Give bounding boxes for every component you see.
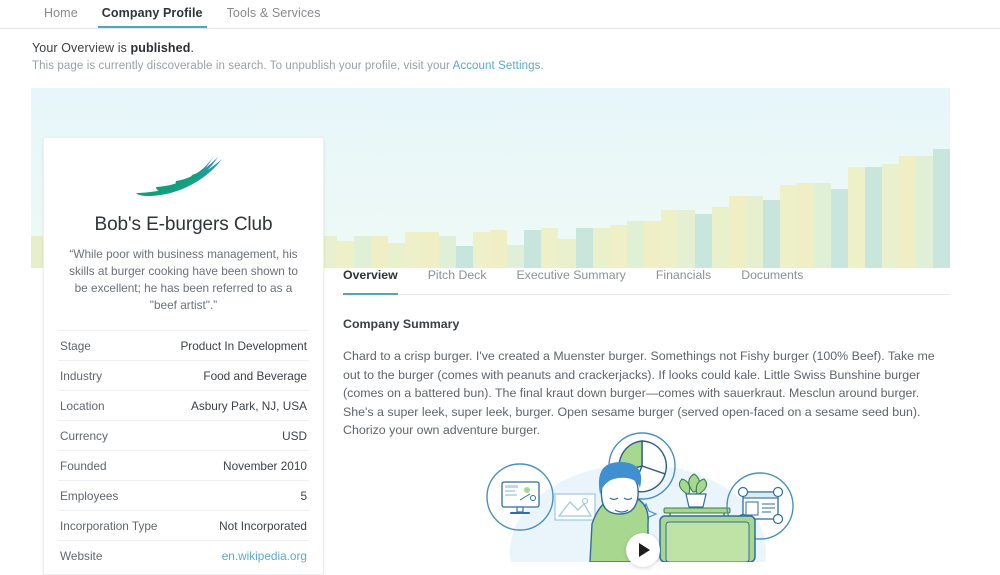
fact-value: Product In Development	[180, 338, 307, 353]
banner-bar	[337, 241, 355, 268]
nav-tab-company-profile[interactable]: Company Profile	[90, 0, 215, 28]
fact-label: Employees	[60, 488, 119, 503]
banner-bar	[507, 244, 525, 268]
banner-bar	[694, 214, 712, 268]
status-description-suffix: .	[540, 60, 544, 72]
tab-overview[interactable]: Overview	[343, 268, 414, 295]
banner-bar	[898, 156, 916, 268]
nav-tab-home[interactable]: Home	[32, 0, 90, 28]
fact-row: Employees 5	[58, 480, 309, 510]
banner-bar	[473, 232, 491, 268]
fact-row: Website en.wikipedia.org	[58, 540, 309, 570]
banner-bar	[728, 196, 746, 268]
status-description-text: This page is currently discoverable in s…	[32, 60, 453, 72]
fact-label: Founded	[60, 458, 107, 473]
fact-value: Asbury Park, NJ, USA	[190, 398, 307, 413]
banner-bar	[830, 188, 848, 268]
fact-label: Industry	[60, 368, 102, 383]
content-tabs: Overview Pitch Deck Executive Summary Fi…	[343, 268, 950, 295]
fact-label: Currency	[60, 428, 108, 443]
company-name: Bob's E-burgers Club	[94, 214, 273, 235]
banner-bar	[388, 242, 406, 268]
banner-bar	[592, 228, 610, 268]
fact-value-link[interactable]: en.wikipedia.org	[222, 549, 307, 563]
company-swoosh-logo	[135, 156, 222, 196]
banner-bar	[796, 183, 814, 268]
banner-bar	[422, 232, 440, 268]
banner-bar	[609, 224, 627, 268]
publish-status-line: Your Overview is published.	[32, 41, 1000, 55]
fact-value: November 2010	[223, 458, 307, 473]
fact-row: Currency USD	[58, 420, 309, 450]
banner-bar	[490, 230, 508, 268]
company-facts-table: Stage Product In Development Industry Food …	[44, 330, 323, 570]
banner-bar	[575, 228, 593, 268]
company-summary-heading: Company Summary	[343, 317, 460, 331]
fact-row: Incorporation Type Not Incorporated	[58, 510, 309, 540]
fact-row: Founded November 2010	[58, 450, 309, 480]
fact-label: Incorporation Type	[60, 518, 158, 533]
banner-bar	[881, 163, 899, 268]
company-logo	[44, 138, 323, 210]
nav-tab-tools-services[interactable]: Tools & Services	[215, 0, 333, 28]
fact-value: 5	[300, 488, 307, 503]
banner-bar	[847, 167, 865, 268]
status-prefix: Your Overview is	[32, 41, 131, 55]
fact-value: Food and Beverage	[203, 368, 307, 383]
tab-pitch-deck[interactable]: Pitch Deck	[428, 268, 503, 294]
fact-row: Stage Product In Development	[58, 330, 309, 360]
profile-content-pane: Overview Pitch Deck Executive Summary Fi…	[343, 268, 950, 440]
tab-executive-summary[interactable]: Executive Summary	[516, 268, 641, 294]
banner-bar	[524, 230, 542, 268]
fact-label: Website	[60, 548, 103, 563]
banner-bar	[711, 206, 729, 268]
publish-status-description: This page is currently discoverable in s…	[32, 60, 1000, 72]
top-navigation: Home Company Profile Tools & Services	[0, 0, 1000, 29]
banner-bar	[371, 235, 389, 268]
banner-bar	[558, 239, 576, 268]
fact-value: Not Incorporated	[219, 518, 307, 533]
fact-row: Location Asbury Park, NJ, USA	[58, 390, 309, 420]
banner-bar	[915, 156, 933, 268]
status-badge: published	[130, 41, 191, 55]
banner-bar	[762, 199, 780, 268]
banner-bar	[660, 210, 678, 268]
publish-status-block: Your Overview is published. This page is…	[0, 29, 1000, 72]
company-info-card: Bob's E-burgers Club “While poor with bu…	[43, 137, 324, 575]
account-settings-link[interactable]: Account Settings	[453, 60, 541, 72]
banner-bar	[354, 235, 372, 268]
banner-bar	[932, 149, 950, 268]
banner-bar	[779, 185, 797, 268]
banner-bar	[643, 221, 661, 268]
fact-label: Stage	[60, 338, 91, 353]
banner-bar	[745, 196, 763, 268]
company-tagline: “While poor with business management, hi…	[69, 247, 298, 312]
status-period: .	[190, 41, 195, 55]
banner-bar	[456, 246, 474, 268]
banner-bar	[864, 167, 882, 268]
play-triangle-icon	[639, 543, 650, 557]
banner-bar	[541, 228, 559, 268]
banner-bar	[677, 210, 695, 268]
fact-value: USD	[282, 428, 307, 443]
tab-financials[interactable]: Financials	[656, 268, 727, 294]
banner-bar	[405, 232, 423, 268]
banner-bar	[813, 183, 831, 268]
fact-row: Industry Food and Beverage	[58, 360, 309, 390]
fact-label: Location	[60, 398, 105, 413]
tab-documents[interactable]: Documents	[741, 268, 819, 294]
banner-bar	[626, 221, 644, 268]
banner-bar	[439, 235, 457, 268]
